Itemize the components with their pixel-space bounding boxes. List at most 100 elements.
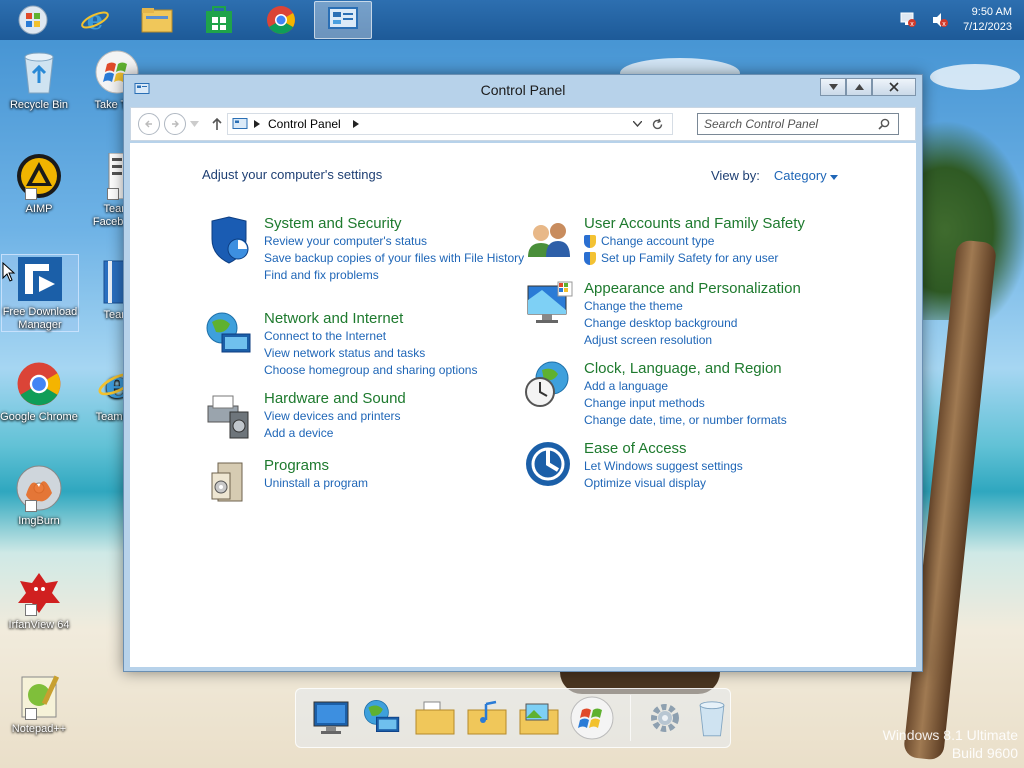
dock-settings[interactable] (647, 696, 684, 740)
link-view-devices-and-printers[interactable]: View devices and printers (264, 408, 584, 425)
link-change-date-time-formats[interactable]: Change date, time, or number formats (584, 412, 904, 429)
clock[interactable]: 9:50 AM 7/12/2023 (963, 5, 1012, 35)
breadcrumb-chevron-icon[interactable] (352, 120, 359, 128)
shortcut-arrow-icon (107, 188, 119, 200)
mouse-cursor-icon (2, 262, 16, 282)
dock-recycle-bin[interactable] (693, 696, 730, 740)
recent-locations-chevron-icon[interactable] (190, 121, 199, 127)
taskbar-control-panel[interactable] (314, 1, 372, 39)
taskbar-internet-explorer[interactable]: e (66, 1, 124, 39)
taskbar-store[interactable] (190, 1, 248, 39)
close-icon (889, 82, 899, 92)
desktop-icon-recycle-bin[interactable]: Recycle Bin (0, 48, 78, 112)
gear-icon (651, 704, 680, 732)
breadcrumb-control-panel[interactable]: Control Panel (260, 117, 349, 131)
watermark-build: Build 9600 (951, 745, 1018, 761)
recycle-bin-icon (24, 52, 54, 94)
programs-icon (211, 462, 243, 502)
address-history-chevron-icon[interactable] (633, 121, 642, 127)
dock-separator (630, 695, 631, 741)
desktop-icon-label: ImgBurn (18, 515, 60, 527)
control-panel-window: Control Panel Control Panel Search Contr… (123, 74, 923, 672)
os-watermark: Windows 8.1 Ultimate Build 9600 (883, 726, 1018, 762)
close-button[interactable] (872, 78, 916, 96)
link-change-input-methods[interactable]: Change input methods (584, 395, 904, 412)
view-by: View by: Category (711, 168, 839, 183)
category-appearance: Appearance and Personalization Change th… (527, 280, 904, 349)
desktop-icon-irfanview[interactable]: IrfanView 64 (0, 568, 78, 632)
desktop-icon-notepad-plus-plus[interactable]: Notepad++ (0, 672, 78, 736)
desktop-icon-google-chrome[interactable]: Google Chrome (0, 360, 78, 424)
link-connect-to-internet[interactable]: Connect to the Internet (264, 328, 584, 345)
svg-text:x: x (942, 21, 946, 28)
address-bar[interactable]: Control Panel (227, 113, 673, 135)
up-arrow-icon[interactable] (211, 117, 223, 131)
desktop-icon-aimp[interactable]: AIMP (0, 152, 78, 216)
link-change-desktop-background[interactable]: Change desktop background (584, 315, 904, 332)
system-tray: x x 9:50 AM 7/12/2023 (899, 0, 1012, 40)
dock (295, 688, 731, 748)
category-ease-of-access: Ease of Access Let Windows suggest setti… (526, 440, 904, 492)
chevron-down-icon (828, 84, 838, 90)
dock-start-orb[interactable] (570, 696, 614, 740)
shortcut-arrow-icon (25, 500, 37, 512)
link-change-the-theme[interactable]: Change the theme (584, 298, 904, 315)
category-title[interactable]: User Accounts and Family Safety (584, 215, 904, 233)
navigation-bar: Control Panel Search Control Panel (130, 107, 916, 141)
category-title[interactable]: Clock, Language, and Region (584, 360, 904, 378)
link-optimize-visual-display[interactable]: Optimize visual display (584, 475, 904, 492)
desktop-icon-label: Free Download Manager (2, 306, 78, 331)
link-let-windows-suggest-settings[interactable]: Let Windows suggest settings (584, 458, 904, 475)
watermark-edition: Windows 8.1 Ultimate (882, 727, 1018, 743)
control-panel-icon (328, 7, 358, 29)
chevron-down-icon (830, 175, 839, 180)
network-disconnected-icon[interactable]: x (899, 12, 917, 28)
category-clock-language-region: Clock, Language, and Region Add a langua… (525, 360, 904, 429)
dock-pictures[interactable] (518, 696, 560, 740)
maximize-button[interactable] (846, 78, 872, 96)
view-by-label: View by: (711, 168, 760, 183)
clock-time: 9:50 AM (971, 6, 1012, 18)
dock-network[interactable] (360, 696, 404, 740)
category-user-accounts: User Accounts and Family Safety Change a… (528, 215, 904, 267)
search-placeholder: Search Control Panel (704, 117, 819, 131)
control-panel-icon (232, 117, 248, 129)
desktop-icon-label: AIMP (25, 203, 53, 215)
down-arrow-button[interactable] (820, 78, 846, 96)
taskbar-chrome[interactable] (252, 1, 310, 39)
desktop-icon-imgburn[interactable]: ImgBurn (0, 464, 78, 528)
category-title[interactable]: Appearance and Personalization (584, 280, 904, 298)
view-by-dropdown[interactable]: Category (774, 168, 839, 183)
notepad-plus-plus-icon (21, 675, 60, 718)
link-add-a-language[interactable]: Add a language (584, 378, 904, 395)
dock-computer[interactable] (312, 696, 350, 740)
link-adjust-screen-resolution[interactable]: Adjust screen resolution (584, 332, 904, 349)
clock-globe-icon (525, 361, 569, 407)
chevron-up-icon (854, 84, 864, 90)
documents-folder-icon (415, 701, 455, 735)
speaker-muted-icon[interactable]: x (931, 12, 949, 28)
search-icon[interactable] (878, 118, 890, 130)
dock-documents[interactable] (414, 696, 456, 740)
internet-explorer-icon: e (81, 6, 109, 35)
printer-speaker-icon (207, 395, 249, 439)
title-bar[interactable]: Control Panel (124, 75, 922, 105)
link-change-account-type[interactable]: Change account type (584, 233, 904, 250)
link-set-up-family-safety[interactable]: Set up Family Safety for any user (584, 250, 904, 267)
network-globe-icon (206, 312, 251, 353)
dock-music[interactable] (466, 696, 508, 740)
forward-button[interactable] (164, 113, 186, 135)
chrome-icon (267, 6, 295, 34)
search-input[interactable]: Search Control Panel (697, 113, 899, 135)
window-title: Control Panel (480, 82, 566, 98)
refresh-icon[interactable] (651, 118, 664, 131)
folder-icon (141, 8, 173, 33)
control-panel-icon (134, 83, 150, 94)
start-button[interactable] (4, 1, 62, 39)
back-button[interactable] (138, 113, 160, 135)
taskbar-file-explorer[interactable] (128, 1, 186, 39)
desktop-icon-label: Google Chrome (0, 411, 78, 423)
music-folder-icon (467, 700, 507, 735)
category-title[interactable]: Ease of Access (584, 440, 904, 458)
desktop-icon-label: Recycle Bin (9, 99, 69, 111)
